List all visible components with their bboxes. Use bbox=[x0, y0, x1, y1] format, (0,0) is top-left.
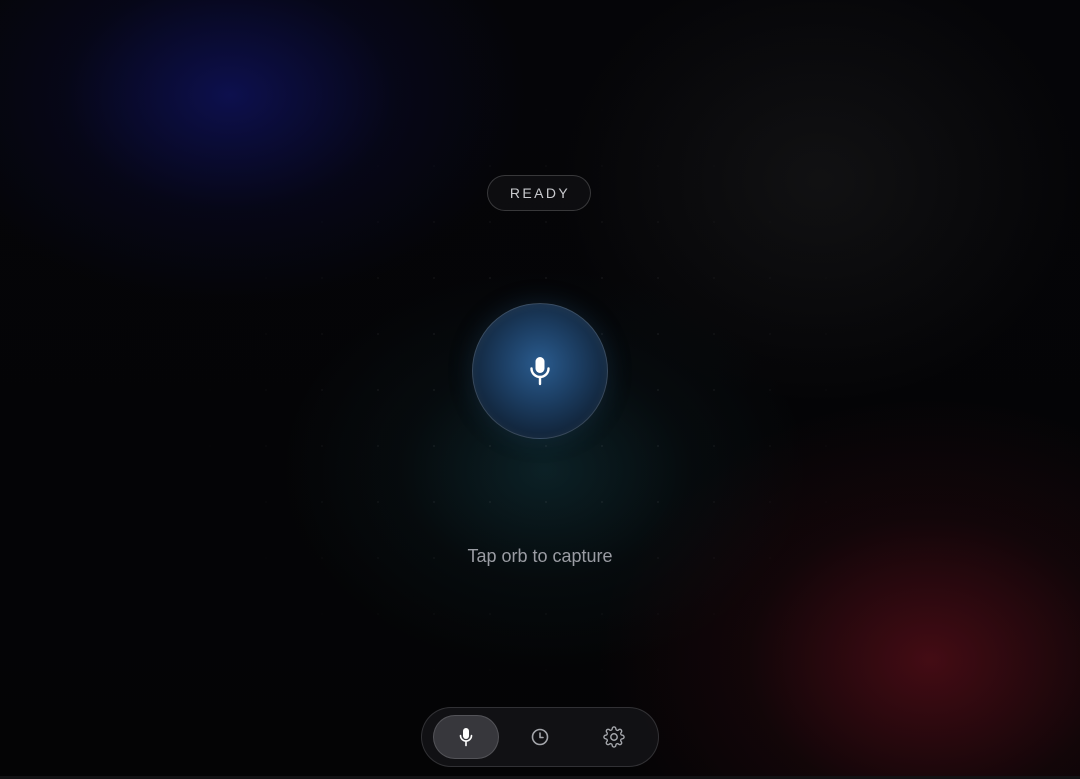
capture-hint: Tap orb to capture bbox=[467, 546, 613, 566]
microphone-icon bbox=[458, 727, 474, 747]
microphone-icon bbox=[527, 355, 553, 387]
gear-icon bbox=[603, 726, 625, 748]
capture-screen: READY Tap orb to capture bbox=[0, 0, 1080, 779]
nav-capture-button[interactable] bbox=[433, 715, 499, 759]
clock-icon bbox=[530, 727, 550, 747]
bottom-nav-dock bbox=[421, 707, 659, 767]
capture-orb-button[interactable] bbox=[472, 303, 608, 439]
status-badge: READY bbox=[487, 175, 591, 211]
status-label: READY bbox=[509, 185, 571, 201]
nav-history-button[interactable] bbox=[507, 715, 573, 759]
nav-settings-button[interactable] bbox=[581, 715, 647, 759]
